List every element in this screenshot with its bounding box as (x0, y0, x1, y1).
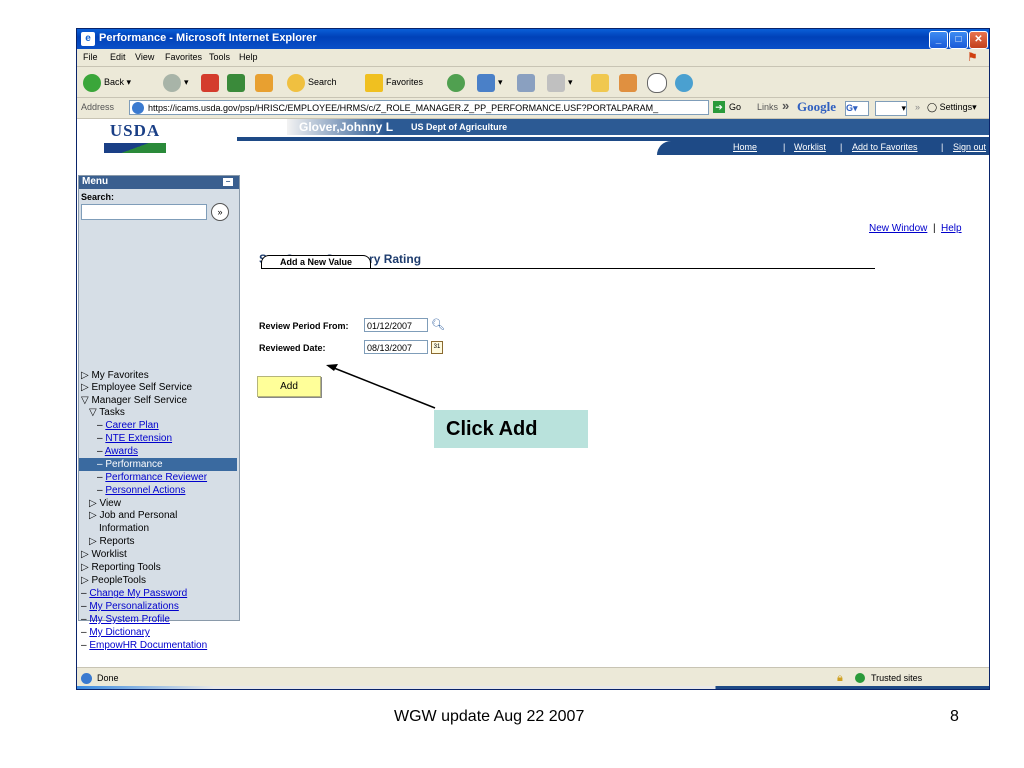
arrow-line (333, 367, 436, 409)
callout-click-add: Click Add (434, 410, 588, 448)
annotation-arrow (326, 364, 436, 409)
slide-footer: WGW update Aug 22 2007 (394, 708, 585, 725)
slide-page-number: 8 (950, 708, 959, 725)
slide: { "window": { "title": "Performance - Mi… (0, 0, 1024, 768)
arrow-head (326, 364, 338, 371)
